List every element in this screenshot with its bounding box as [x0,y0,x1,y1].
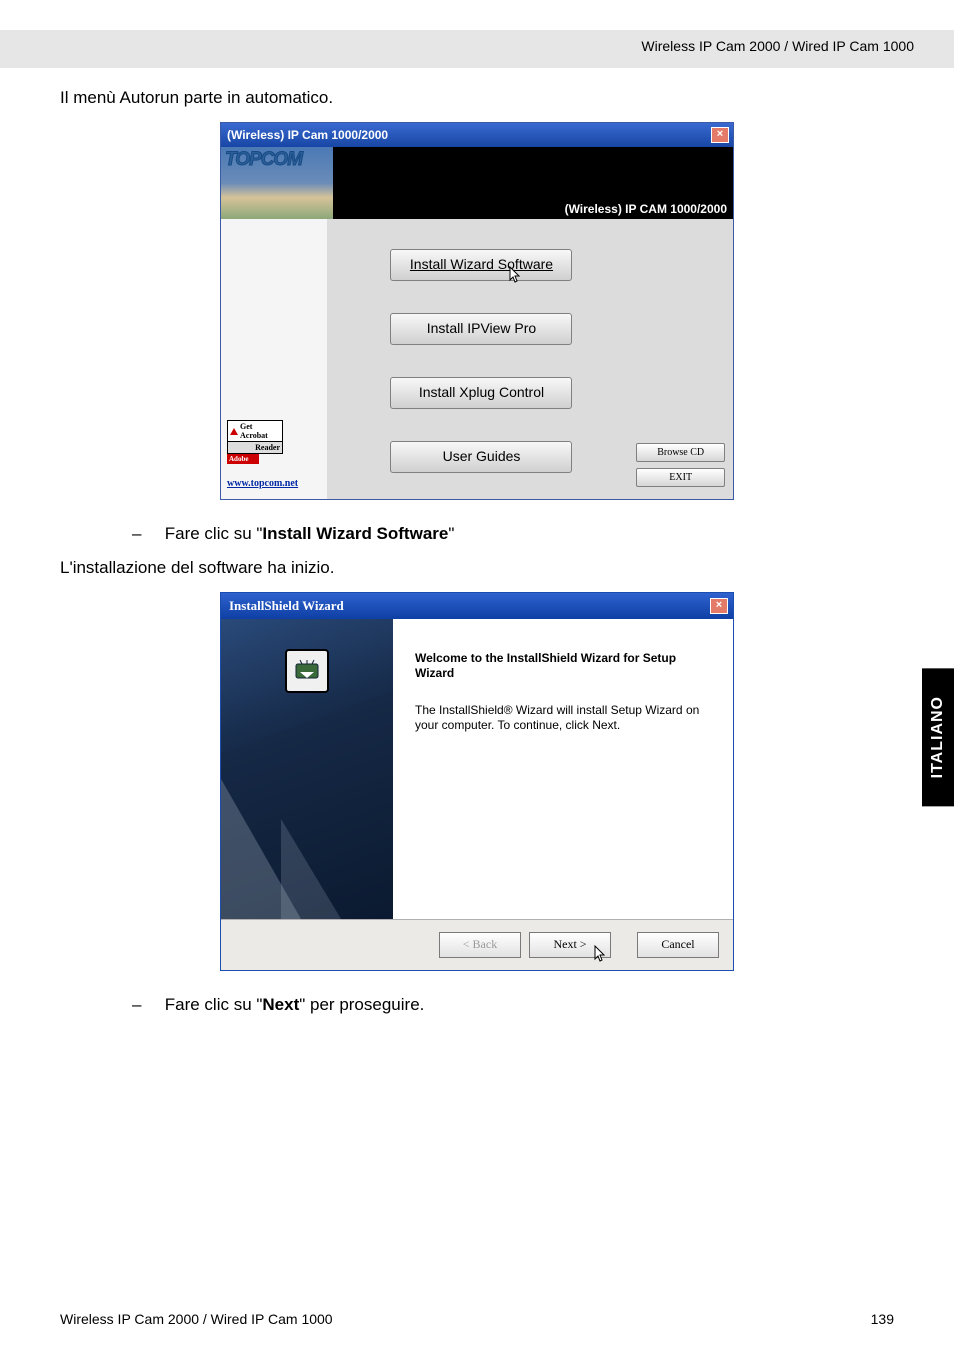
user-guides-button[interactable]: User Guides [390,441,572,473]
banner-product-name: (Wireless) IP CAM 1000/2000 [565,202,733,219]
installshield-left-panel [221,619,393,919]
topcom-link[interactable]: www.topcom.net [227,478,327,489]
installshield-content: Welcome to the InstallShield Wizard for … [393,619,733,919]
installshield-footer: < Back Next > Cancel [221,919,733,970]
close-icon[interactable]: × [711,127,729,143]
autorun-titlebar: (Wireless) IP Cam 1000/2000 × [221,123,733,147]
next-button-label: Next > [553,937,586,951]
autorun-banner: TOPCOM (Wireless) IP CAM 1000/2000 [221,147,733,219]
installshield-screenshot: InstallShield Wizard × Welcome to the In… [60,592,894,971]
autorun-window: (Wireless) IP Cam 1000/2000 × TOPCOM (Wi… [220,122,734,500]
topcom-logo: TOPCOM [221,147,333,219]
language-tab: ITALIANO [922,668,954,806]
next-button[interactable]: Next > [529,932,611,958]
install-wizard-label: Install Wizard Software [410,256,553,272]
header-title: Wireless IP Cam 2000 / Wired IP Cam 1000 [641,38,914,54]
page-header: Wireless IP Cam 2000 / Wired IP Cam 1000 [0,30,954,68]
install-ipview-button[interactable]: Install IPView Pro [390,313,572,345]
footer-title: Wireless IP Cam 2000 / Wired IP Cam 1000 [60,1311,333,1327]
page-footer: Wireless IP Cam 2000 / Wired IP Cam 1000… [60,1311,894,1327]
autorun-title-text: (Wireless) IP Cam 1000/2000 [227,128,388,142]
bullet1-pre: Fare clic su " [165,524,263,543]
adobe-label: Adobe [227,454,259,464]
browse-cd-button[interactable]: Browse CD [636,443,725,462]
bullet2-pre: Fare clic su " [165,995,263,1014]
installshield-heading: Welcome to the InstallShield Wizard for … [415,651,709,681]
autorun-sidebar: Get Acrobat Reader Adobe www.topcom.net [221,219,327,499]
setup-icon [285,649,329,693]
autorun-menu: Install Wizard Software Install IPView P… [327,219,637,499]
bullet1-bold: Install Wizard Software [262,524,448,543]
installshield-window: InstallShield Wizard × Welcome to the In… [220,592,734,971]
bullet1-post: " [448,524,454,543]
installshield-title-text: InstallShield Wizard [229,598,344,614]
paragraph-install-start: L'installazione del software ha inizio. [60,558,894,578]
acrobat-line2: Reader [228,442,282,453]
exit-button[interactable]: EXIT [636,468,725,487]
acrobat-line1: Get Acrobat [240,422,280,440]
topcom-logo-text: TOPCOM [225,149,302,171]
bullet2-post: " per proseguire. [299,995,424,1014]
install-wizard-button[interactable]: Install Wizard Software [390,249,572,281]
bullet2-bold: Next [262,995,299,1014]
installshield-titlebar: InstallShield Wizard × [221,593,733,619]
get-acrobat-badge[interactable]: Get Acrobat Reader [227,420,283,454]
bullet-install-wizard: – Fare clic su "Install Wizard Software" [132,524,894,544]
page-number: 139 [871,1311,894,1327]
bullet-next: – Fare clic su "Next" per proseguire. [132,995,894,1015]
cancel-button[interactable]: Cancel [637,932,719,958]
install-xplug-button[interactable]: Install Xplug Control [390,377,572,409]
installshield-paragraph: The InstallShield® Wizard will install S… [415,703,709,733]
close-icon[interactable]: × [710,598,728,614]
back-button: < Back [439,932,521,958]
autorun-side-buttons: Browse CD EXIT [636,219,733,499]
paragraph-autorun: Il menù Autorun parte in automatico. [60,88,894,108]
autorun-screenshot: (Wireless) IP Cam 1000/2000 × TOPCOM (Wi… [60,122,894,500]
cursor-icon [592,945,608,965]
